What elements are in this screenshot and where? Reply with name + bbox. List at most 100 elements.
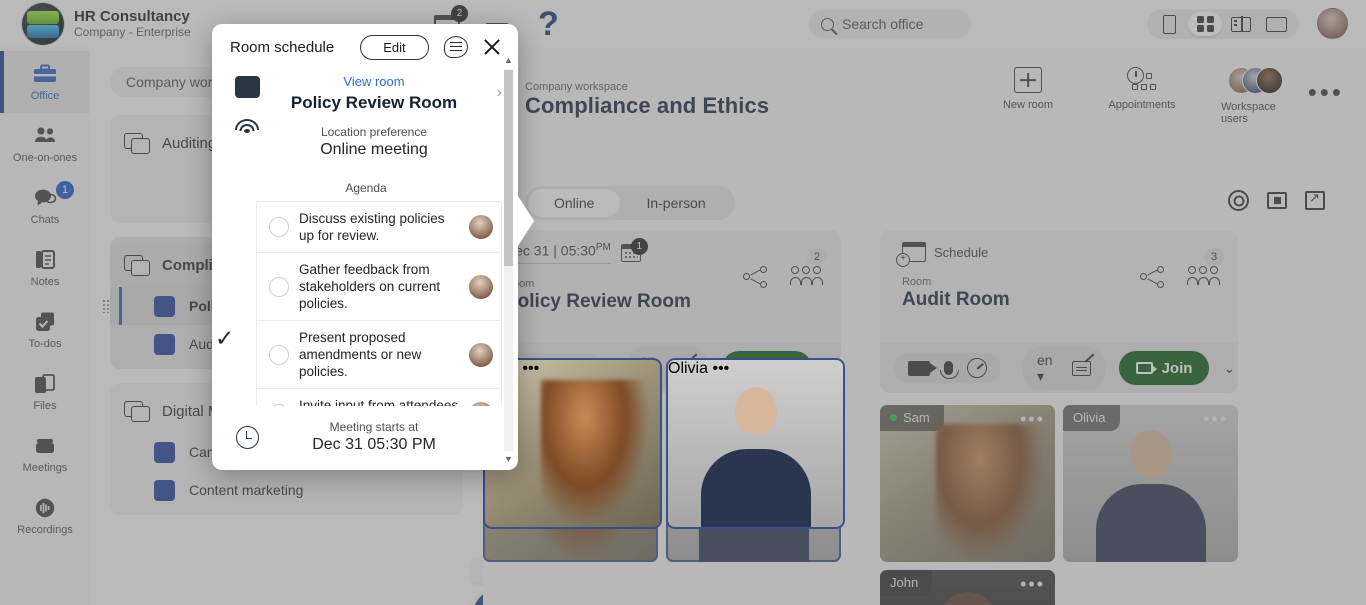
share-icon[interactable] [743,266,767,288]
scroll-down-arrow-icon[interactable]: ▼ [502,453,515,466]
view-room-link[interactable]: View room [270,74,478,89]
tile-more-icon[interactable]: ••• [1020,409,1045,430]
location-label: Location preference [320,125,428,139]
pop-out-icon[interactable] [1305,190,1325,210]
workspace-users-button[interactable]: Workspace users [1221,67,1291,125]
participants-icon[interactable]: 3 [1187,248,1224,288]
sidebar-item-notes[interactable]: Notes [0,237,90,299]
modal-room-row: View room Policy Review Room › [230,70,502,113]
sidebar-item-recordings[interactable]: Recordings [0,485,90,547]
add-schedule-icon [896,242,926,267]
close-icon[interactable] [480,35,504,59]
user-avatar[interactable] [1317,8,1348,39]
edit-button[interactable]: Edit [360,34,429,60]
agenda-radio[interactable] [269,276,289,297]
layout-window-button[interactable] [1259,12,1293,36]
search-input[interactable]: Search office [842,16,923,32]
agenda-text: Discuss existing policies up for review. [299,211,445,243]
whiteboard-icon[interactable] [1071,360,1091,376]
agenda-item[interactable]: Gather feedback from stakeholders on cur… [257,253,501,321]
sidebar-label: To-dos [28,338,62,350]
calendar-small-icon[interactable]: 1 [620,237,648,262]
drag-handle-icon[interactable] [102,299,111,313]
appointments-button[interactable]: Appointments [1107,67,1177,125]
video-tile[interactable]: John ••• [880,570,1055,605]
video-tile[interactable]: Olivia ••• [1063,405,1238,562]
chat-icon[interactable] [444,36,468,58]
avatar [469,215,493,239]
help-icon[interactable]: ? [538,7,559,41]
appointments-icon [1127,67,1157,93]
card-time: 05:30 [560,242,596,259]
agenda-item[interactable]: Invite input from attendees on proposed … [257,389,501,406]
microphone-icon[interactable] [940,361,959,379]
page-title: Compliance and Ethics [525,93,770,118]
layout-mobile-button[interactable] [1153,12,1187,36]
join-button[interactable]: Join [1118,351,1210,385]
plus-box-icon [1014,67,1042,93]
modal-title: Room schedule [230,38,335,56]
folder-label: Auditing [162,134,217,152]
room-color-swatch [154,333,175,355]
agenda-item[interactable]: Discuss existing policies up for review. [257,202,501,253]
cursor-check-icon: ✓ [215,325,235,351]
briefcase-icon [32,62,58,86]
layout-split-button[interactable] [1224,12,1258,36]
main-more-icon[interactable]: ••• [1308,79,1344,105]
room-card-audit[interactable]: Schedule Room Audit Room 3 [880,230,1238,393]
mode-tabs: Online In-person [525,186,735,220]
sidebar-item-chats[interactable]: 1 Chats [0,175,90,237]
location-value: Online meeting [320,141,428,158]
app-logo [22,2,64,45]
sidebar-item-todos[interactable]: To-dos [0,299,90,361]
chevron-right-icon[interactable]: › [484,70,502,102]
agenda-radio[interactable] [269,344,289,365]
search-container[interactable]: Search office [809,10,971,38]
picture-in-picture-icon[interactable] [1267,192,1287,209]
modal-pointer [518,196,534,246]
gear-icon[interactable] [1228,190,1249,211]
quick-action-label: Workspace users [1221,101,1276,125]
sidebar-item-office[interactable]: Office [0,51,90,113]
sidebar-item-files[interactable]: Files [0,361,90,423]
scroll-up-arrow-icon[interactable]: ▲ [502,54,515,67]
share-icon[interactable] [1140,266,1164,288]
card-schedule-row[interactable]: Schedule [896,242,1222,267]
participants-icon[interactable]: 2 [790,248,827,288]
quick-action-label: Appointments [1108,99,1176,111]
tile-more-icon[interactable]: ••• [1203,409,1228,430]
language-selector[interactable]: en ▾ [1037,352,1058,385]
modal-scrollbar[interactable]: ▲ ▼ [502,54,515,466]
camera-icon[interactable] [908,360,937,376]
tile-more-icon[interactable]: ••• [522,360,539,377]
device-settings-icon[interactable] [967,358,987,378]
sidebar-label: Chats [30,214,60,226]
room-color-swatch [154,479,175,501]
split-panel-icon [1230,15,1251,33]
video-tiles-audit: Sam ••• Olivia ••• John ••• [880,405,1238,605]
tile-more-icon[interactable]: ••• [712,360,729,377]
main-header-icons [1228,190,1325,211]
agenda-item[interactable]: ✓ Present proposed amendments or new pol… [215,321,501,389]
sidebar-item-meetings[interactable]: Meetings [0,423,90,485]
tab-in-person[interactable]: In-person [620,189,731,217]
video-tile[interactable]: Sam ••• [880,405,1055,562]
sidebar-item-one-on-ones[interactable]: One-on-ones [0,113,90,175]
create-button[interactable]: + [473,589,483,605]
layout-grid-button[interactable] [1188,12,1223,36]
agenda-list: Discuss existing policies up for review.… [215,201,502,406]
agenda-radio[interactable] [269,217,289,237]
scroll-thumb[interactable] [504,70,513,266]
tab-online[interactable]: Online [528,189,621,217]
app-root: HR Consultancy Company - Enterprise 30 2… [0,0,1366,605]
tile-name: Olivia [1073,410,1106,425]
tree-item-content-marketing[interactable]: Content marketing [110,471,463,509]
join-options-chevron-down-icon[interactable]: ⌄ [1223,360,1235,377]
video-tile-active[interactable]: Olivia ••• [668,360,843,527]
agenda-radio[interactable] [269,404,289,406]
notes-icon [32,248,58,272]
grid-icon [1197,15,1214,33]
card-time-suffix: PM [595,242,611,253]
tile-more-icon[interactable]: ••• [1020,574,1045,595]
new-room-button[interactable]: New room [993,67,1063,125]
